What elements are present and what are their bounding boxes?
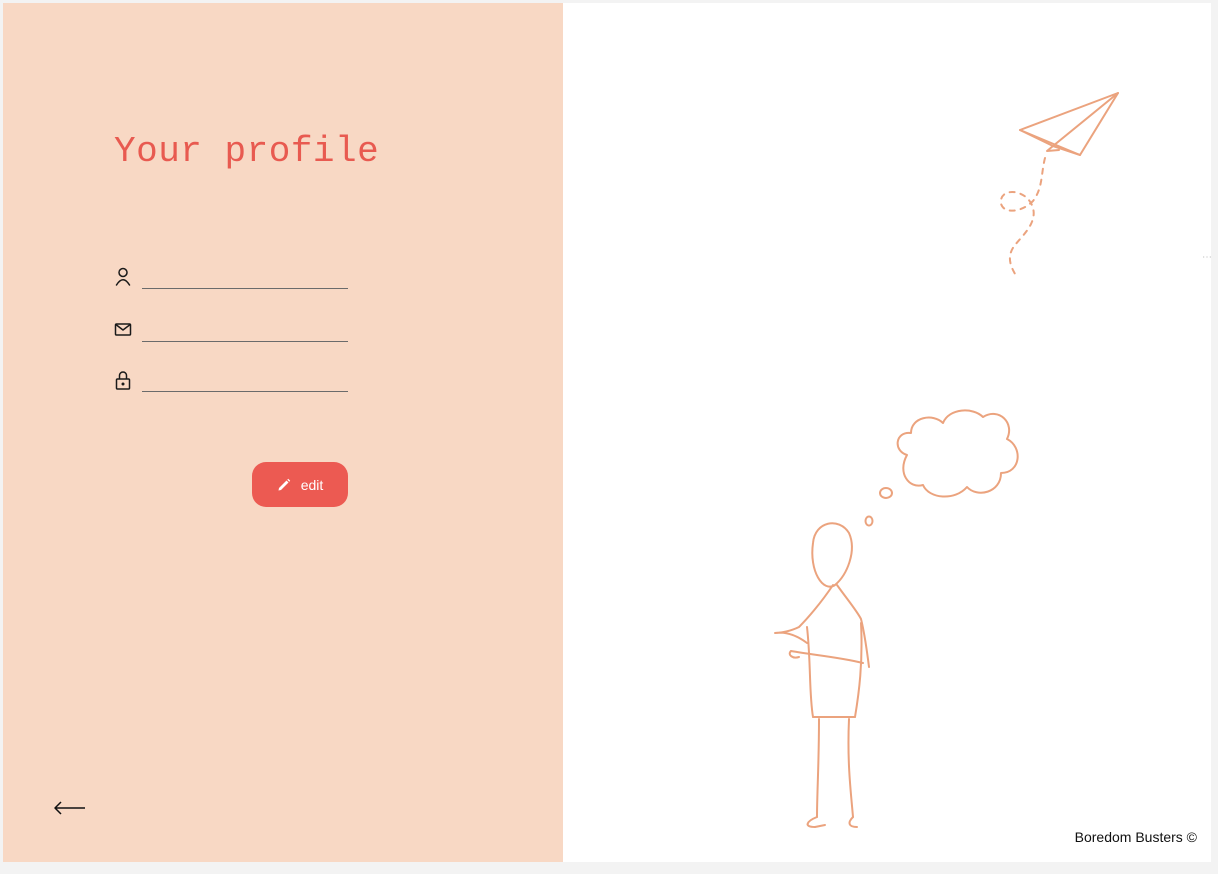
sketch-illustration [774, 92, 1119, 828]
edit-button-label: edit [300, 476, 324, 493]
user-icon [115, 267, 131, 286]
app-window: Your profile edit Boredom Busters © [3, 3, 1211, 862]
flight-trail-sketch [999, 157, 1046, 278]
person-sketch [774, 522, 870, 828]
footer-credit: Boredom Busters © [1074, 829, 1197, 845]
thought-cloud-sketch [896, 409, 1019, 498]
more-options-icon[interactable]: ⋯ [1202, 252, 1213, 263]
back-arrow-icon[interactable] [53, 798, 87, 818]
edit-button[interactable]: edit [252, 462, 348, 507]
username-row [114, 266, 354, 292]
username-field[interactable] [142, 266, 348, 289]
lock-icon [115, 371, 131, 390]
pencil-icon [278, 478, 290, 490]
email-field[interactable] [142, 319, 348, 342]
email-row [114, 319, 354, 345]
password-field[interactable] [142, 369, 348, 392]
mail-icon [114, 323, 132, 336]
profile-panel: Your profile edit [3, 3, 563, 862]
page-title: Your profile [114, 131, 380, 172]
password-row [114, 369, 354, 395]
thought-bubble-large [879, 487, 893, 499]
paper-plane-sketch [1019, 92, 1119, 156]
thought-bubble-small [864, 515, 874, 527]
